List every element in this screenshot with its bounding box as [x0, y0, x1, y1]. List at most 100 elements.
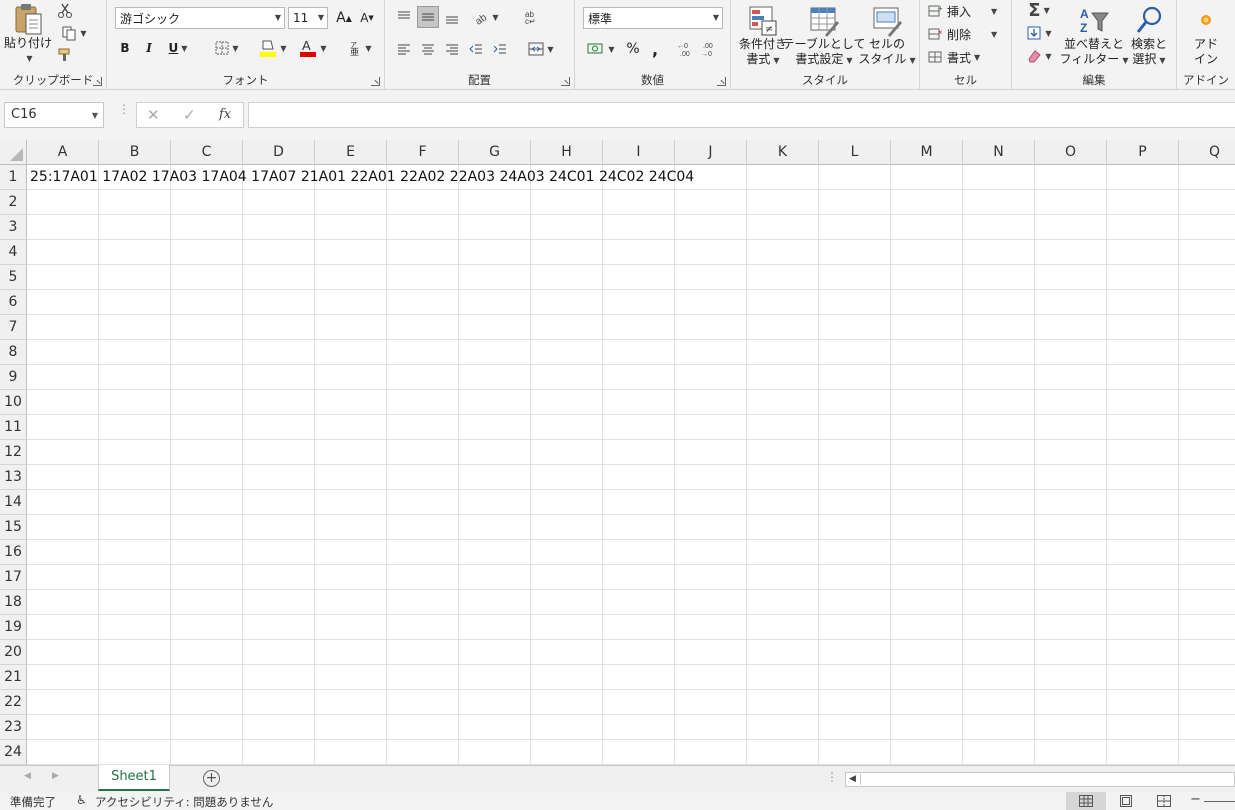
cell[interactable] — [891, 715, 963, 740]
cell[interactable] — [675, 740, 747, 765]
cell[interactable] — [171, 740, 243, 765]
cell[interactable] — [387, 365, 459, 390]
cell[interactable] — [1107, 365, 1179, 390]
cell[interactable] — [1035, 565, 1107, 590]
cell[interactable] — [459, 390, 531, 415]
row-header-6[interactable]: 6 — [0, 290, 27, 315]
cell[interactable] — [675, 340, 747, 365]
cell[interactable] — [531, 615, 603, 640]
cell[interactable] — [99, 215, 171, 240]
cell[interactable] — [387, 665, 459, 690]
cell[interactable] — [27, 665, 99, 690]
cell[interactable] — [963, 365, 1035, 390]
cell[interactable] — [1179, 690, 1235, 715]
cell[interactable] — [891, 615, 963, 640]
copy-button[interactable]: ▼ — [55, 24, 93, 42]
cell[interactable] — [387, 240, 459, 265]
cell[interactable] — [603, 615, 675, 640]
row-header-14[interactable]: 14 — [0, 490, 27, 515]
cell[interactable] — [531, 515, 603, 540]
row-header-22[interactable]: 22 — [0, 690, 27, 715]
cell[interactable] — [963, 165, 1035, 190]
format-as-table-button[interactable]: テーブルとして 書式設定 ▼ — [783, 2, 865, 70]
cell[interactable] — [171, 615, 243, 640]
column-header-i[interactable]: I — [603, 140, 675, 165]
cell[interactable] — [819, 265, 891, 290]
cell[interactable] — [891, 540, 963, 565]
cell[interactable] — [387, 490, 459, 515]
cell[interactable] — [315, 215, 387, 240]
formula-bar-grip-icon[interactable]: ⋮ — [118, 103, 130, 124]
cell[interactable] — [27, 365, 99, 390]
cell[interactable] — [747, 740, 819, 765]
cell[interactable] — [891, 490, 963, 515]
cell[interactable] — [531, 415, 603, 440]
cell[interactable] — [531, 740, 603, 765]
cell[interactable] — [171, 690, 243, 715]
column-header-o[interactable]: O — [1035, 140, 1107, 165]
decrease-decimal-button[interactable]: .00 →0 — [699, 38, 721, 60]
cell[interactable] — [603, 690, 675, 715]
cell[interactable] — [459, 190, 531, 215]
cell[interactable] — [243, 465, 315, 490]
underline-button[interactable]: U ▼ — [163, 38, 193, 58]
insert-cells-button[interactable]: + 挿入 ▼ — [928, 2, 1008, 20]
alignment-launcher-icon[interactable] — [561, 77, 570, 86]
cell[interactable] — [891, 565, 963, 590]
cell[interactable] — [531, 640, 603, 665]
row-header-12[interactable]: 12 — [0, 440, 27, 465]
cell[interactable] — [1107, 440, 1179, 465]
cell[interactable] — [819, 615, 891, 640]
cell[interactable] — [99, 490, 171, 515]
cell[interactable] — [1035, 240, 1107, 265]
cell[interactable] — [171, 365, 243, 390]
cell[interactable] — [531, 365, 603, 390]
cell[interactable] — [819, 240, 891, 265]
cell[interactable] — [891, 240, 963, 265]
cell-a1[interactable]: 25:17A01 17A02 17A03 17A04 17A07 21A01 2… — [30, 165, 694, 190]
cell[interactable] — [1179, 740, 1235, 765]
cell[interactable] — [99, 440, 171, 465]
cell[interactable] — [531, 665, 603, 690]
cell[interactable] — [603, 665, 675, 690]
conditional-formatting-button[interactable]: ≠ 条件付き 書式 ▼ — [737, 2, 789, 70]
delete-cells-button[interactable]: × 削除 ▼ — [928, 25, 1008, 43]
cell[interactable] — [531, 490, 603, 515]
cell[interactable] — [819, 565, 891, 590]
column-header-k[interactable]: K — [747, 140, 819, 165]
cell[interactable] — [459, 690, 531, 715]
cell[interactable] — [243, 440, 315, 465]
cell[interactable] — [603, 365, 675, 390]
cell[interactable] — [603, 540, 675, 565]
cell[interactable] — [747, 340, 819, 365]
column-header-n[interactable]: N — [963, 140, 1035, 165]
cell[interactable] — [1107, 465, 1179, 490]
cell[interactable] — [747, 715, 819, 740]
cell[interactable] — [243, 190, 315, 215]
name-box[interactable]: C16 ▼ — [4, 102, 104, 128]
cell[interactable] — [99, 540, 171, 565]
cell[interactable] — [459, 240, 531, 265]
cell[interactable] — [1107, 265, 1179, 290]
cell[interactable] — [387, 190, 459, 215]
cell[interactable] — [1035, 740, 1107, 765]
row-header-18[interactable]: 18 — [0, 590, 27, 615]
cell[interactable] — [603, 240, 675, 265]
cell[interactable] — [315, 715, 387, 740]
scrollbar-thumb[interactable] — [860, 774, 1232, 785]
sheet-tab-sheet1[interactable]: Sheet1 — [98, 765, 170, 791]
cell[interactable] — [459, 465, 531, 490]
cell[interactable] — [387, 715, 459, 740]
cell[interactable] — [171, 565, 243, 590]
cell[interactable] — [675, 315, 747, 340]
cell[interactable] — [243, 415, 315, 440]
cell[interactable] — [747, 465, 819, 490]
cell[interactable] — [1107, 740, 1179, 765]
cell[interactable] — [27, 265, 99, 290]
orientation-button[interactable]: ab ▼ — [469, 6, 503, 28]
cell[interactable] — [963, 615, 1035, 640]
cell[interactable] — [387, 265, 459, 290]
cell[interactable] — [819, 415, 891, 440]
paste-button[interactable]: 貼り付け ▼ — [4, 2, 52, 66]
cell[interactable] — [603, 440, 675, 465]
